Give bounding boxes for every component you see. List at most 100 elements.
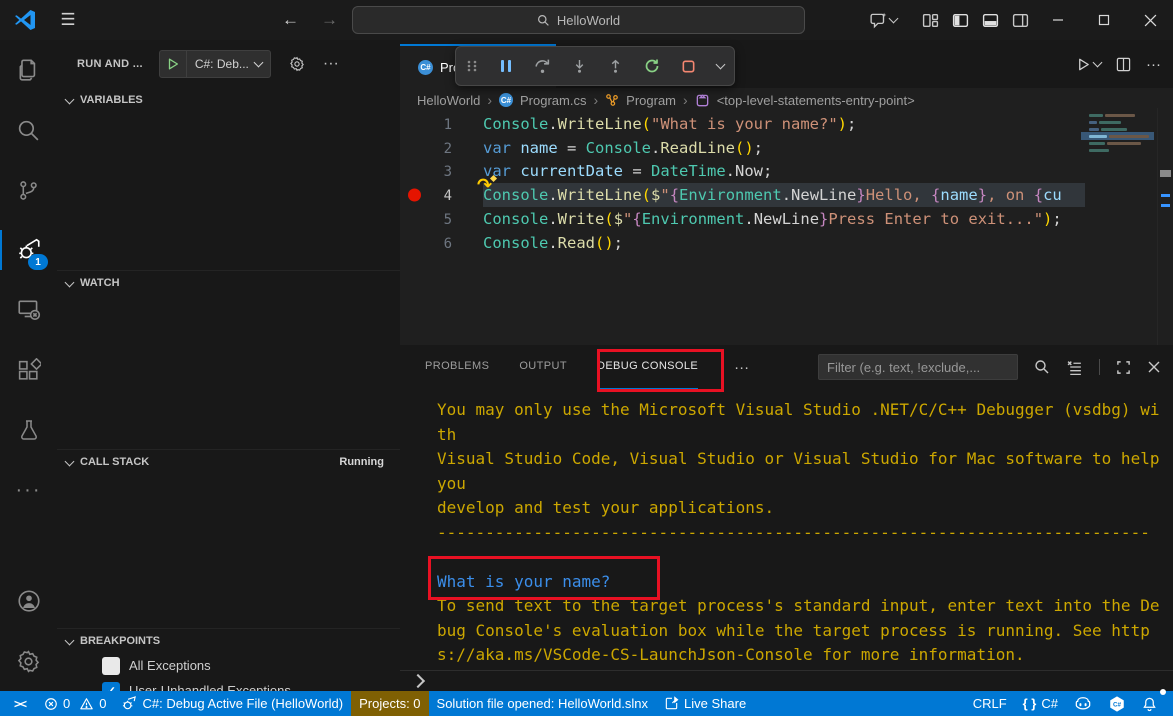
code-line[interactable]: 5 Console.Write($"{Environment.NewLine}Pr… bbox=[400, 207, 1173, 231]
pause-icon[interactable] bbox=[499, 58, 513, 74]
source-control-icon[interactable] bbox=[0, 160, 57, 220]
close-panel-icon[interactable] bbox=[1147, 360, 1161, 374]
editor-gutter[interactable]: 1 bbox=[400, 115, 452, 133]
debug-console-input[interactable] bbox=[400, 670, 1173, 691]
console-line: To send text to the target process's sta… bbox=[437, 594, 1173, 619]
extensions-icon[interactable] bbox=[0, 340, 57, 400]
toggle-panel-icon[interactable] bbox=[975, 0, 1005, 40]
customize-layout-icon[interactable] bbox=[915, 0, 945, 40]
editor-gutter[interactable]: 4 bbox=[400, 186, 452, 204]
solution-status[interactable]: Solution file opened: HelloWorld.slnx bbox=[429, 691, 657, 716]
clear-console-icon[interactable] bbox=[1066, 359, 1083, 376]
maximize-button[interactable] bbox=[1081, 0, 1127, 40]
editor-more-actions-icon[interactable]: ··· bbox=[1146, 56, 1161, 73]
code-line[interactable]: 4 ↷Console.WriteLine($"{Environment.NewLi… bbox=[400, 183, 1173, 207]
debug-configuration-dropdown[interactable]: C#: Deb... bbox=[186, 51, 270, 77]
breadcrumb-project[interactable]: HelloWorld bbox=[417, 93, 480, 108]
editor-scrollbar[interactable] bbox=[1157, 108, 1173, 345]
breadcrumb-symbol[interactable]: Program bbox=[626, 93, 676, 108]
close-window-button[interactable] bbox=[1127, 0, 1173, 40]
minimap[interactable] bbox=[1085, 108, 1173, 345]
start-debugging-button[interactable] bbox=[160, 51, 186, 77]
toggle-secondary-sidebar-icon[interactable] bbox=[1005, 0, 1035, 40]
csharp-devkit-icon[interactable]: C# bbox=[1100, 691, 1134, 716]
symbol-class-icon bbox=[605, 93, 619, 107]
remote-explorer-icon[interactable] bbox=[0, 280, 57, 340]
stop-icon[interactable] bbox=[681, 59, 696, 74]
forward-arrow-icon[interactable]: → bbox=[321, 10, 338, 30]
checkbox-checked[interactable]: ✓ bbox=[102, 682, 120, 692]
live-share-status[interactable]: Live Share bbox=[656, 691, 754, 716]
step-out-icon[interactable] bbox=[608, 58, 623, 75]
explorer-icon[interactable] bbox=[0, 40, 57, 100]
editor-gutter[interactable]: 5 bbox=[400, 210, 452, 228]
menu-hamburger-icon[interactable]: ☰ bbox=[57, 10, 79, 30]
breakpoint-item-user-unhandled[interactable]: ✓ User-Unhandled Exceptions bbox=[57, 678, 400, 691]
debug-status[interactable]: C#: Debug Active File (HelloWorld) bbox=[114, 691, 351, 716]
code-text[interactable]: Console.Write($"{Environment.NewLine}Pre… bbox=[483, 207, 1173, 231]
debug-console-filter-input[interactable] bbox=[818, 354, 1018, 380]
debug-settings-gear-icon[interactable] bbox=[289, 56, 305, 72]
problems-status[interactable]: 0 0 bbox=[36, 691, 114, 716]
code-editor[interactable]: 1 Console.WriteLine("What is your name?")… bbox=[400, 112, 1173, 345]
tab-output[interactable]: OUTPUT bbox=[519, 345, 567, 390]
chevron-down-icon bbox=[65, 456, 75, 466]
eol-indicator[interactable]: CRLF bbox=[965, 691, 1015, 716]
variables-header[interactable]: VARIABLES bbox=[57, 88, 400, 112]
split-editor-icon[interactable] bbox=[1116, 57, 1131, 72]
panel-header: PROBLEMS OUTPUT DEBUG CONSOLE ··· bbox=[400, 345, 1173, 389]
breakpoint-icon[interactable] bbox=[408, 189, 421, 202]
copilot-status-icon[interactable] bbox=[1066, 691, 1100, 716]
toolbar-drag-handle[interactable] bbox=[466, 58, 478, 74]
additional-views-icon[interactable]: ··· bbox=[0, 460, 57, 520]
code-text[interactable]: Console.Read(); bbox=[483, 231, 1173, 255]
command-center-search[interactable]: HelloWorld bbox=[352, 6, 805, 34]
editor-tab-bar: C# Pro... ··· bbox=[400, 40, 1173, 88]
code-line[interactable]: 3 var currentDate = DateTime.Now; bbox=[400, 160, 1173, 184]
run-or-debug-button[interactable] bbox=[1076, 57, 1101, 72]
editor-gutter[interactable]: 2 bbox=[400, 139, 452, 157]
breadcrumb-entry-point[interactable]: <top-level-statements-entry-point> bbox=[717, 93, 915, 108]
breadcrumb-file[interactable]: Program.cs bbox=[520, 93, 586, 108]
run-and-debug-icon[interactable]: 1 bbox=[0, 220, 57, 280]
code-line[interactable]: 2 var name = Console.ReadLine(); bbox=[400, 136, 1173, 160]
minimize-button[interactable] bbox=[1035, 0, 1081, 40]
projects-status[interactable]: Projects: 0 bbox=[351, 691, 428, 716]
restart-icon[interactable] bbox=[644, 58, 660, 74]
breakpoint-item-all-exceptions[interactable]: All Exceptions bbox=[57, 653, 400, 678]
accounts-icon[interactable] bbox=[0, 571, 57, 631]
views-more-actions-icon[interactable]: ··· bbox=[323, 55, 339, 73]
step-into-icon[interactable] bbox=[572, 58, 587, 75]
notifications-bell-icon[interactable] bbox=[1134, 691, 1165, 716]
code-line[interactable]: 6 Console.Read(); bbox=[400, 231, 1173, 255]
language-indicator[interactable]: { } C# bbox=[1015, 691, 1066, 716]
watch-header[interactable]: WATCH bbox=[57, 271, 400, 295]
tab-debug-console[interactable]: DEBUG CONSOLE bbox=[597, 345, 698, 390]
toggle-primary-sidebar-icon[interactable] bbox=[945, 0, 975, 40]
breakpoints-header[interactable]: BREAKPOINTS bbox=[57, 629, 400, 653]
code-text[interactable]: Console.WriteLine("What is your name?"); bbox=[483, 112, 1173, 136]
editor-gutter[interactable]: 3 bbox=[400, 162, 452, 180]
panel-more-tabs-icon[interactable]: ··· bbox=[728, 359, 749, 376]
toolbar-more-chevron-icon[interactable] bbox=[716, 60, 726, 70]
filter-search-icon[interactable] bbox=[1034, 359, 1050, 375]
copilot-chat-button[interactable] bbox=[870, 11, 897, 29]
tab-problems[interactable]: PROBLEMS bbox=[425, 345, 489, 390]
code-text[interactable]: ↷Console.WriteLine($"{Environment.NewLin… bbox=[483, 183, 1173, 207]
code-line[interactable]: 1 Console.WriteLine("What is your name?")… bbox=[400, 112, 1173, 136]
remote-indicator[interactable]: >< bbox=[0, 691, 36, 716]
code-text[interactable]: var name = Console.ReadLine(); bbox=[483, 136, 1173, 160]
step-over-icon[interactable] bbox=[534, 58, 551, 75]
editor-gutter[interactable]: 6 bbox=[400, 234, 452, 252]
search-view-icon[interactable] bbox=[0, 100, 57, 160]
code-text[interactable]: var currentDate = DateTime.Now; bbox=[483, 160, 1173, 184]
variables-pane: VARIABLES bbox=[57, 88, 400, 270]
console-line: you bbox=[437, 472, 1173, 497]
back-arrow-icon[interactable]: ← bbox=[282, 10, 299, 30]
testing-icon[interactable] bbox=[0, 400, 57, 460]
checkbox-unchecked[interactable] bbox=[102, 657, 120, 675]
settings-gear-icon[interactable] bbox=[0, 631, 57, 691]
call-stack-header[interactable]: CALL STACK Running bbox=[57, 450, 400, 474]
maximize-panel-icon[interactable] bbox=[1116, 360, 1131, 375]
console-line: What is your name? bbox=[437, 570, 1173, 595]
